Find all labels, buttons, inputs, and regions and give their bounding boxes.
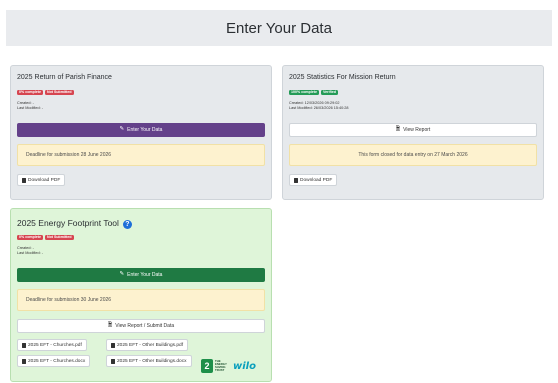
modified-text: Last Modified: - <box>17 106 43 110</box>
view-report-label: View Report <box>403 127 431 133</box>
file-other-buildings-pdf-button[interactable]: 2025 EFT - Other Buildings.pdf <box>106 339 189 351</box>
download-pdf-label: Download PDF <box>300 177 333 183</box>
card-title-text: 2025 Energy Footprint Tool <box>17 218 119 228</box>
progress-badge: 0% complete <box>17 90 43 95</box>
deadline-notice: Deadline for submission 30 June 2026 <box>17 289 265 311</box>
status-badge: Verified <box>320 90 338 95</box>
download-pdf-button[interactable]: Download PDF <box>17 174 66 186</box>
document-icon: 🗎 <box>107 322 113 329</box>
card-title: 2025 Statistics For Mission Return <box>289 74 396 81</box>
card-title: 2025 Energy Footprint Tool? <box>17 218 132 229</box>
status-badges: 0% complete Not Submitted <box>17 90 74 95</box>
progress-badge: 100% complete <box>289 90 319 95</box>
status-badge: Not Submitted <box>44 90 74 95</box>
view-report-submit-label: View Report / Submit Data <box>115 323 175 329</box>
download-pdf-button[interactable]: Download PDF <box>289 174 338 186</box>
sponsor-logos: 2 THE ENERGY SAVING TRUST wilo <box>201 357 257 375</box>
deadline-notice: Deadline for submission 28 June 2026 <box>17 144 265 166</box>
card-statistics-mission: 2025 Statistics For Mission Return 100% … <box>282 65 544 200</box>
pencil-icon: ✎ <box>119 271 125 278</box>
card-title: 2025 Return of Parish Finance <box>17 74 112 81</box>
view-report-submit-button[interactable]: 🗎 View Report / Submit Data <box>17 319 265 333</box>
view-report-button[interactable]: 🗎 View Report <box>289 123 537 137</box>
enter-data-button[interactable]: ✎ Enter Your Data <box>17 268 265 282</box>
closed-notice: This form closed for data entry on 27 Ma… <box>289 144 537 166</box>
energy-saving-trust-text: THE ENERGY SAVING TRUST <box>215 358 227 373</box>
download-pdf-label: Download PDF <box>28 177 61 183</box>
file-icon <box>22 342 26 348</box>
file-label: 2025 EFT - Churches.pdf <box>28 342 82 348</box>
modified-text: Last Modified: - <box>17 251 43 255</box>
file-label: 2025 EFT - Other Buildings.docx <box>117 358 187 364</box>
pencil-icon: ✎ <box>119 126 125 133</box>
status-badge: Not Submitted <box>44 235 74 240</box>
wilo-logo: wilo <box>233 360 256 372</box>
file-churches-pdf-button[interactable]: 2025 EFT - Churches.pdf <box>17 339 87 351</box>
enter-data-label: Enter Your Data <box>127 272 163 278</box>
file-label: 2025 EFT - Churches.docx <box>28 358 86 364</box>
file-icon <box>294 177 298 183</box>
enter-data-button[interactable]: ✎ Enter Your Data <box>17 123 265 137</box>
status-badges: 0% complete Not Submitted <box>17 235 74 240</box>
card-meta: Created: - Last Modified: - <box>17 101 43 111</box>
modified-text: Last Modified: 26/03/2026 15:40:28 <box>289 106 349 110</box>
card-meta: Created: - Last Modified: - <box>17 246 43 256</box>
help-icon[interactable]: ? <box>122 220 132 229</box>
file-icon <box>111 358 115 364</box>
energy-saving-trust-logo: 2 <box>201 359 213 373</box>
card-energy-footprint: 2025 Energy Footprint Tool? 0% complete … <box>10 208 272 382</box>
file-label: 2025 EFT - Other Buildings.pdf <box>117 342 184 348</box>
page-header: Enter Your Data <box>6 10 552 46</box>
status-badges: 100% complete Verified <box>289 90 338 95</box>
progress-badge: 0% complete <box>17 235 43 240</box>
file-icon <box>22 358 26 364</box>
document-icon: 🗎 <box>395 126 401 133</box>
page-title: Enter Your Data <box>226 19 332 37</box>
enter-data-label: Enter Your Data <box>127 127 163 133</box>
file-other-buildings-docx-button[interactable]: 2025 EFT - Other Buildings.docx <box>106 355 192 367</box>
card-parish-finance: 2025 Return of Parish Finance 0% complet… <box>10 65 272 200</box>
file-icon <box>111 342 115 348</box>
file-churches-docx-button[interactable]: 2025 EFT - Churches.docx <box>17 355 91 367</box>
card-meta: Created: 12/03/2026 09:29:02 Last Modifi… <box>289 101 349 111</box>
file-icon <box>22 177 26 183</box>
